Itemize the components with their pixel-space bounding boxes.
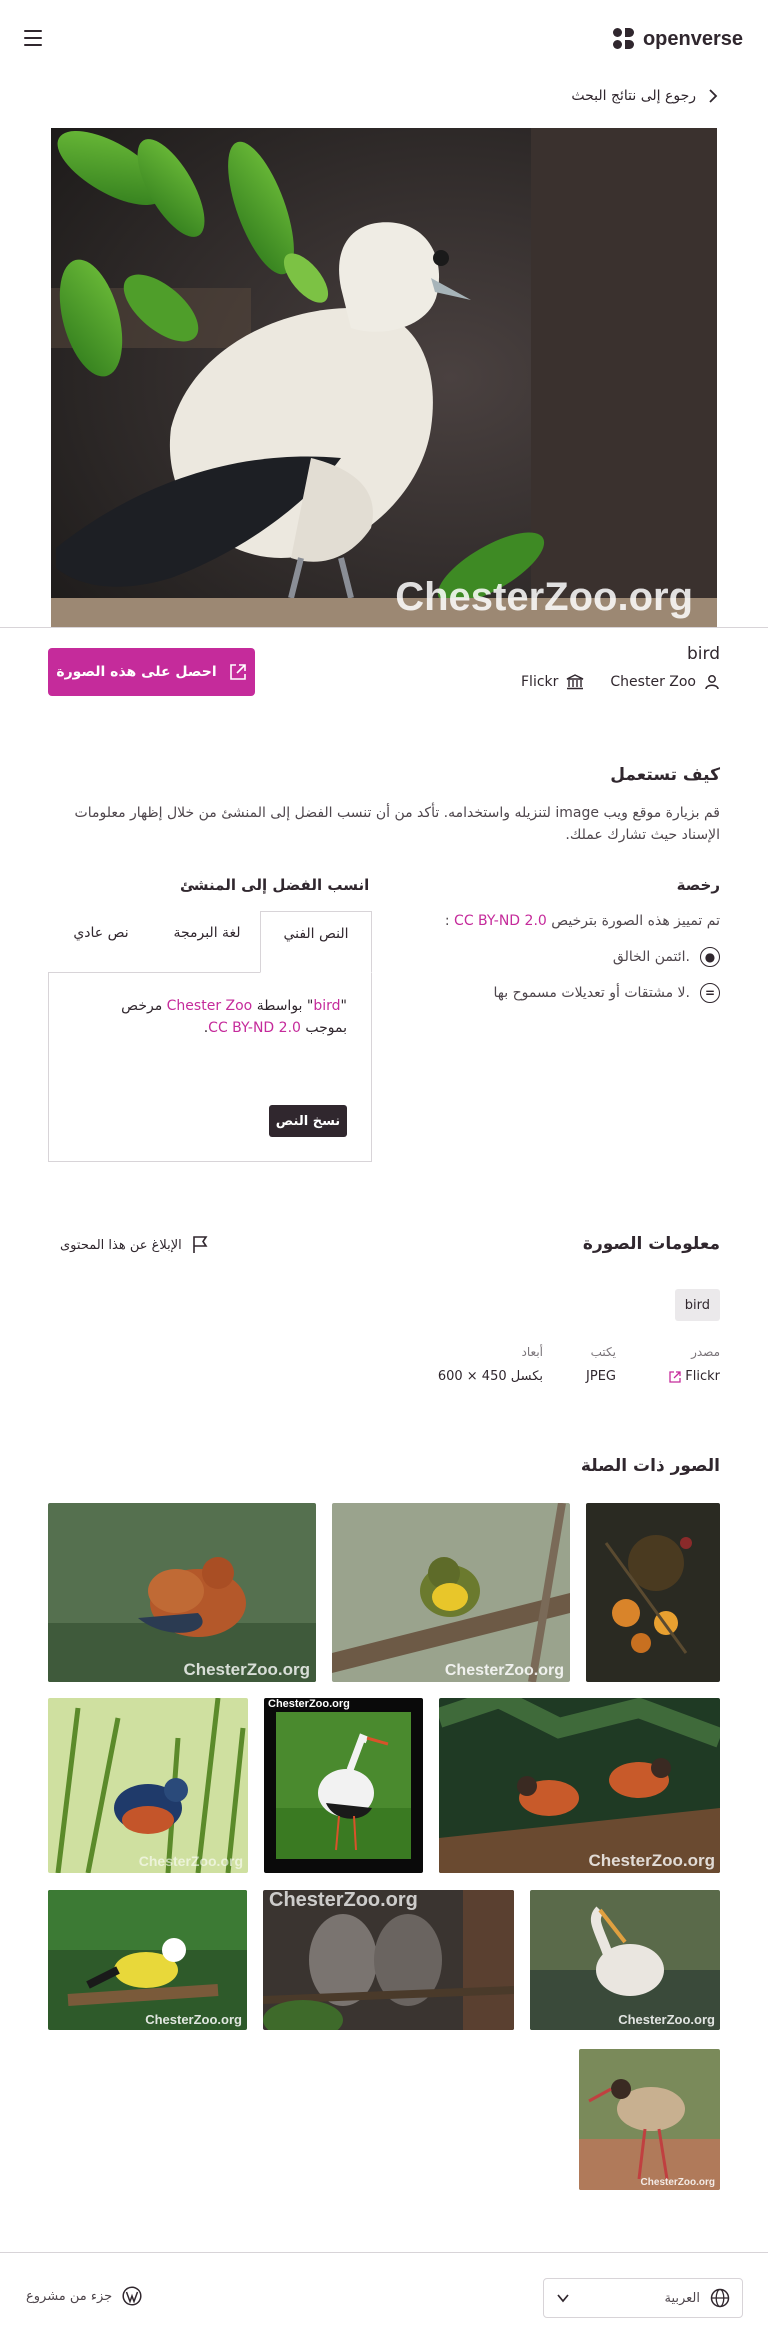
related-image[interactable]: ChesterZoo.org xyxy=(579,2049,720,2190)
attribution-title-link[interactable]: bird xyxy=(313,998,340,1014)
related-image[interactable] xyxy=(586,1503,720,1682)
creator-link[interactable]: Chester Zoo xyxy=(610,674,720,690)
info-type: يكتب JPEG xyxy=(586,1345,616,1384)
globe-icon xyxy=(710,2288,730,2308)
related-image[interactable]: ChesterZoo.org xyxy=(48,1503,316,1682)
related-image[interactable]: ChesterZoo.org xyxy=(530,1890,720,2030)
divider xyxy=(0,627,768,628)
source-link[interactable]: Flickr xyxy=(521,674,584,690)
license-item-text: ائتمن الخالق. xyxy=(612,949,690,965)
person-icon: ● xyxy=(700,947,720,967)
attribution-text: "bird" بواسطة Chester Zoo مرخص بموجب CC … xyxy=(87,995,347,1039)
info-source-link[interactable]: Flickr xyxy=(669,1369,720,1384)
license-text: تم تمييز هذه الصورة بترخيص CC BY-ND 2.0 … xyxy=(445,913,720,929)
language-select[interactable]: العربية xyxy=(543,2278,743,2318)
watermark: ChesterZoo.org xyxy=(145,2012,242,2027)
language-value: العربية xyxy=(664,2290,700,2306)
image-title: bird xyxy=(687,644,720,664)
watermark: ChesterZoo.org xyxy=(641,2177,715,2188)
part-of-label: جزء من مشروع xyxy=(26,2288,113,2304)
openverse-logo[interactable]: openverse xyxy=(612,26,743,52)
tab-label: نص عادي xyxy=(73,925,129,941)
menu-icon[interactable] xyxy=(24,30,42,46)
license-text-post: : xyxy=(444,913,450,929)
chevron-right-icon xyxy=(709,89,718,103)
how-to-use-heading: كيف تستعمل xyxy=(610,765,720,785)
how-to-use-text: قم بزيارة موقع ويب image لتنزيله واستخدا… xyxy=(48,802,720,846)
watermark: ChesterZoo.org xyxy=(445,1662,564,1679)
watermark: ChesterZoo.org xyxy=(183,1660,310,1679)
watermark: ChesterZoo.org xyxy=(139,1853,243,1869)
wordpress-icon[interactable] xyxy=(122,2286,142,2306)
related-image[interactable]: ChesterZoo.org xyxy=(263,1890,514,2030)
attribution-heading: انسب الفضل إلى المنشئ xyxy=(180,876,370,894)
footer-divider xyxy=(0,2252,768,2253)
copy-text-button[interactable]: نسخ النص xyxy=(269,1105,347,1137)
how-to-use-link[interactable]: image xyxy=(555,805,599,821)
main-image[interactable]: ChesterZoo.org xyxy=(51,128,717,627)
tag-bird[interactable]: bird xyxy=(674,1289,720,1321)
info-dims-value: 600 × 450 بكسل xyxy=(437,1369,543,1384)
license-item-nd: = لا مشتقات أو تعديلات مسموح بها. xyxy=(494,983,720,1003)
main-image-watermark: ChesterZoo.org xyxy=(395,575,693,619)
license-item-text: لا مشتقات أو تعديلات مسموح بها. xyxy=(493,985,690,1001)
watermark: ChesterZoo.org xyxy=(618,2012,715,2027)
info-source: مصدر Flickr xyxy=(669,1345,720,1384)
back-to-results-link[interactable]: رجوع إلى نتائج البحث xyxy=(571,84,720,108)
report-content-link[interactable]: الإبلاغ عن هذا المحتوى xyxy=(60,1236,208,1254)
license-text-pre: تم تمييز هذه الصورة بترخيص xyxy=(551,913,720,929)
related-heading: الصور ذات الصلة xyxy=(580,1456,720,1476)
equals-icon: = xyxy=(700,983,720,1003)
how-to-use-pre: قم بزيارة موقع ويب xyxy=(603,805,720,821)
source-name: Flickr xyxy=(521,674,559,690)
get-button-label: احصل على هذه الصورة xyxy=(56,664,217,680)
related-image[interactable]: ChesterZoo.org xyxy=(264,1698,423,1873)
info-source-label: مصدر xyxy=(691,1345,720,1359)
logo-text: openverse xyxy=(642,27,743,50)
external-link-icon xyxy=(669,1370,681,1383)
attribution-panel: "bird" بواسطة Chester Zoo مرخص بموجب CC … xyxy=(48,972,372,1162)
person-icon xyxy=(705,675,719,690)
openverse-mark-icon xyxy=(612,28,635,50)
report-label: الإبلاغ عن هذا المحتوى xyxy=(60,1237,182,1253)
get-this-image-button[interactable]: احصل على هذه الصورة xyxy=(48,648,255,696)
watermark: ChesterZoo.org xyxy=(269,1890,418,1911)
part-of-project: جزء من مشروع xyxy=(26,2286,142,2306)
tab-label: لغة البرمجة xyxy=(173,925,241,941)
related-image[interactable]: ChesterZoo.org xyxy=(332,1503,570,1682)
attribution-license-link[interactable]: CC BY-ND 2.0 xyxy=(208,1020,301,1036)
related-image[interactable]: ChesterZoo.org xyxy=(48,1698,248,1873)
attribution-tabs: النص الفني لغة البرمجة نص عادي xyxy=(48,911,372,973)
related-image[interactable]: ChesterZoo.org xyxy=(439,1698,720,1873)
tab-label: النص الفني xyxy=(283,926,349,942)
tab-rich-text[interactable]: النص الفني xyxy=(260,911,372,973)
info-type-value: JPEG xyxy=(586,1369,616,1384)
image-meta: Chester Zoo Flickr xyxy=(521,674,720,690)
institution-icon xyxy=(567,674,584,690)
info-dims-label: أبعاد xyxy=(521,1345,543,1359)
chevron-down-icon xyxy=(557,2294,569,2303)
license-heading: رخصة xyxy=(676,876,720,894)
external-link-icon xyxy=(229,664,246,680)
tab-plain-text[interactable]: نص عادي xyxy=(48,911,154,973)
related-image[interactable]: ChesterZoo.org xyxy=(48,1890,247,2030)
info-type-label: يكتب xyxy=(590,1345,616,1359)
info-source-value: Flickr xyxy=(685,1369,720,1384)
quote-open: " xyxy=(340,998,347,1014)
attribution-by: بواسطة xyxy=(256,998,303,1014)
license-item-by: ● ائتمن الخالق. xyxy=(613,947,720,967)
license-link[interactable]: CC BY-ND 2.0 xyxy=(454,913,547,929)
flag-icon xyxy=(192,1236,208,1253)
info-dimensions: أبعاد 600 × 450 بكسل xyxy=(438,1345,543,1384)
header: openverse xyxy=(0,0,768,80)
back-label: رجوع إلى نتائج البحث xyxy=(571,88,696,104)
watermark: ChesterZoo.org xyxy=(588,1851,715,1870)
tab-html[interactable]: لغة البرمجة xyxy=(154,911,260,973)
creator-name: Chester Zoo xyxy=(610,674,696,690)
attribution-creator-link[interactable]: Chester Zoo xyxy=(167,998,253,1014)
image-info-heading: معلومات الصورة xyxy=(582,1234,720,1254)
watermark: ChesterZoo.org xyxy=(268,1698,350,1710)
